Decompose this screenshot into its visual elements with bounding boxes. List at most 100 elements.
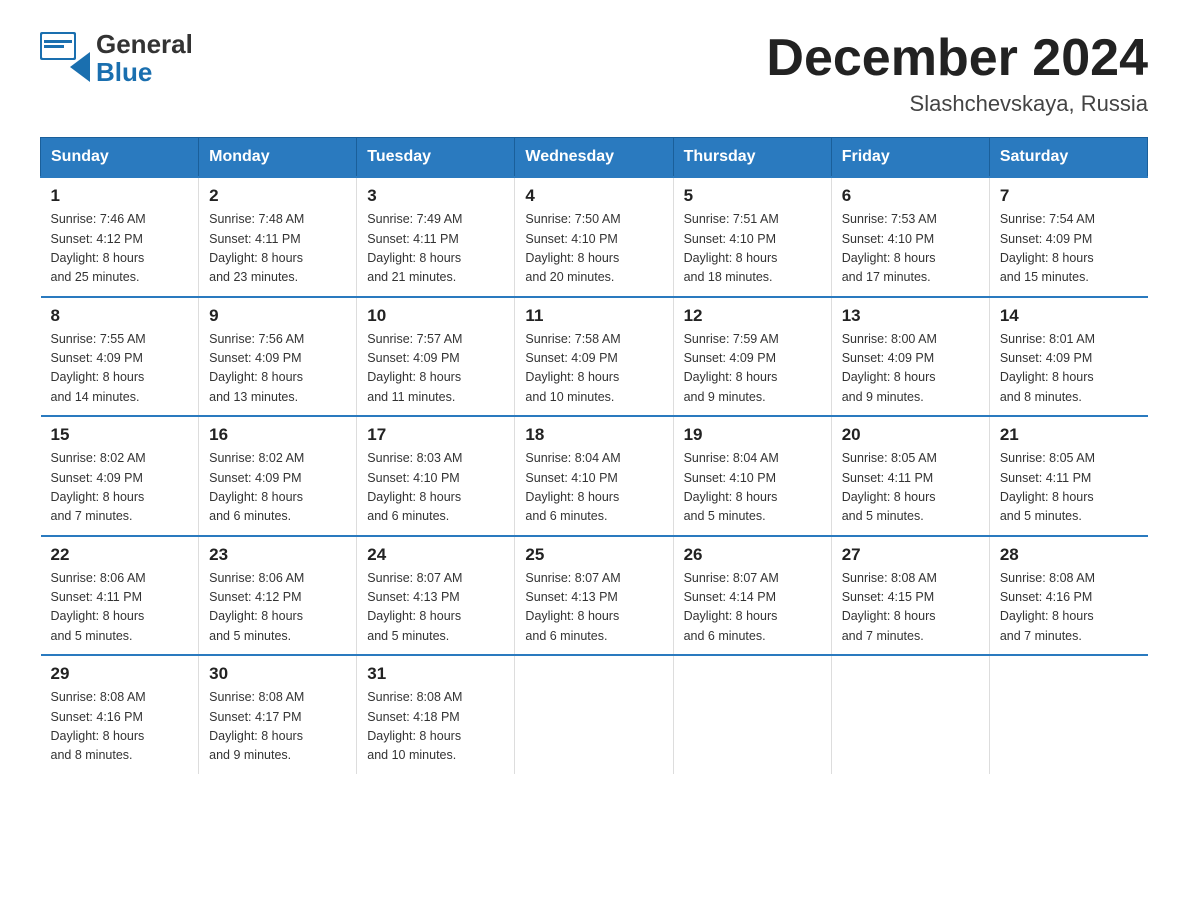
day-number: 23 — [209, 545, 346, 565]
table-row: 12 Sunrise: 7:59 AMSunset: 4:09 PMDaylig… — [673, 297, 831, 417]
day-info: Sunrise: 7:46 AMSunset: 4:12 PMDaylight:… — [51, 212, 146, 284]
col-thursday: Thursday — [673, 138, 831, 178]
day-number: 22 — [51, 545, 189, 565]
day-info: Sunrise: 7:51 AMSunset: 4:10 PMDaylight:… — [684, 212, 779, 284]
day-info: Sunrise: 8:07 AMSunset: 4:13 PMDaylight:… — [367, 571, 462, 643]
logo-general-text: General — [96, 30, 193, 59]
day-number: 1 — [51, 186, 189, 206]
table-row — [515, 655, 673, 774]
logo-blue-text: Blue — [96, 59, 193, 85]
day-number: 10 — [367, 306, 504, 326]
day-info: Sunrise: 7:50 AMSunset: 4:10 PMDaylight:… — [525, 212, 620, 284]
calendar-week-row: 29 Sunrise: 8:08 AMSunset: 4:16 PMDaylig… — [41, 655, 1148, 774]
table-row: 6 Sunrise: 7:53 AMSunset: 4:10 PMDayligh… — [831, 177, 989, 297]
day-info: Sunrise: 8:05 AMSunset: 4:11 PMDaylight:… — [1000, 451, 1095, 523]
table-row: 9 Sunrise: 7:56 AMSunset: 4:09 PMDayligh… — [199, 297, 357, 417]
logo-icon — [40, 32, 90, 82]
day-info: Sunrise: 8:08 AMSunset: 4:16 PMDaylight:… — [1000, 571, 1095, 643]
day-info: Sunrise: 8:07 AMSunset: 4:14 PMDaylight:… — [684, 571, 779, 643]
day-number: 21 — [1000, 425, 1138, 445]
table-row: 10 Sunrise: 7:57 AMSunset: 4:09 PMDaylig… — [357, 297, 515, 417]
table-row: 5 Sunrise: 7:51 AMSunset: 4:10 PMDayligh… — [673, 177, 831, 297]
day-info: Sunrise: 8:01 AMSunset: 4:09 PMDaylight:… — [1000, 332, 1095, 404]
col-monday: Monday — [199, 138, 357, 178]
day-info: Sunrise: 7:55 AMSunset: 4:09 PMDaylight:… — [51, 332, 146, 404]
table-row: 17 Sunrise: 8:03 AMSunset: 4:10 PMDaylig… — [357, 416, 515, 536]
day-info: Sunrise: 8:02 AMSunset: 4:09 PMDaylight:… — [209, 451, 304, 523]
col-friday: Friday — [831, 138, 989, 178]
day-number: 16 — [209, 425, 346, 445]
day-number: 25 — [525, 545, 662, 565]
table-row — [989, 655, 1147, 774]
table-row: 3 Sunrise: 7:49 AMSunset: 4:11 PMDayligh… — [357, 177, 515, 297]
day-number: 26 — [684, 545, 821, 565]
day-number: 3 — [367, 186, 504, 206]
day-info: Sunrise: 7:58 AMSunset: 4:09 PMDaylight:… — [525, 332, 620, 404]
logo: General Blue — [40, 30, 193, 85]
day-info: Sunrise: 8:03 AMSunset: 4:10 PMDaylight:… — [367, 451, 462, 523]
day-number: 13 — [842, 306, 979, 326]
table-row: 24 Sunrise: 8:07 AMSunset: 4:13 PMDaylig… — [357, 536, 515, 656]
day-number: 6 — [842, 186, 979, 206]
table-row: 20 Sunrise: 8:05 AMSunset: 4:11 PMDaylig… — [831, 416, 989, 536]
col-wednesday: Wednesday — [515, 138, 673, 178]
table-row: 29 Sunrise: 8:08 AMSunset: 4:16 PMDaylig… — [41, 655, 199, 774]
month-year-title: December 2024 — [766, 30, 1148, 87]
table-row: 8 Sunrise: 7:55 AMSunset: 4:09 PMDayligh… — [41, 297, 199, 417]
calendar-header-row: Sunday Monday Tuesday Wednesday Thursday… — [41, 138, 1148, 178]
calendar-week-row: 15 Sunrise: 8:02 AMSunset: 4:09 PMDaylig… — [41, 416, 1148, 536]
day-info: Sunrise: 7:49 AMSunset: 4:11 PMDaylight:… — [367, 212, 462, 284]
day-number: 29 — [51, 664, 189, 684]
table-row: 7 Sunrise: 7:54 AMSunset: 4:09 PMDayligh… — [989, 177, 1147, 297]
day-number: 17 — [367, 425, 504, 445]
table-row: 1 Sunrise: 7:46 AMSunset: 4:12 PMDayligh… — [41, 177, 199, 297]
day-number: 2 — [209, 186, 346, 206]
day-info: Sunrise: 7:48 AMSunset: 4:11 PMDaylight:… — [209, 212, 304, 284]
day-number: 7 — [1000, 186, 1138, 206]
col-saturday: Saturday — [989, 138, 1147, 178]
day-info: Sunrise: 8:04 AMSunset: 4:10 PMDaylight:… — [525, 451, 620, 523]
calendar-table: Sunday Monday Tuesday Wednesday Thursday… — [40, 137, 1148, 774]
table-row: 13 Sunrise: 8:00 AMSunset: 4:09 PMDaylig… — [831, 297, 989, 417]
table-row: 21 Sunrise: 8:05 AMSunset: 4:11 PMDaylig… — [989, 416, 1147, 536]
table-row: 16 Sunrise: 8:02 AMSunset: 4:09 PMDaylig… — [199, 416, 357, 536]
day-number: 15 — [51, 425, 189, 445]
day-info: Sunrise: 8:08 AMSunset: 4:16 PMDaylight:… — [51, 690, 146, 762]
table-row: 18 Sunrise: 8:04 AMSunset: 4:10 PMDaylig… — [515, 416, 673, 536]
location-subtitle: Slashchevskaya, Russia — [766, 91, 1148, 117]
table-row — [831, 655, 989, 774]
day-info: Sunrise: 7:56 AMSunset: 4:09 PMDaylight:… — [209, 332, 304, 404]
col-tuesday: Tuesday — [357, 138, 515, 178]
day-info: Sunrise: 7:54 AMSunset: 4:09 PMDaylight:… — [1000, 212, 1095, 284]
calendar-week-row: 22 Sunrise: 8:06 AMSunset: 4:11 PMDaylig… — [41, 536, 1148, 656]
day-number: 12 — [684, 306, 821, 326]
day-info: Sunrise: 8:06 AMSunset: 4:12 PMDaylight:… — [209, 571, 304, 643]
day-info: Sunrise: 8:06 AMSunset: 4:11 PMDaylight:… — [51, 571, 146, 643]
day-info: Sunrise: 7:53 AMSunset: 4:10 PMDaylight:… — [842, 212, 937, 284]
day-number: 24 — [367, 545, 504, 565]
calendar-week-row: 1 Sunrise: 7:46 AMSunset: 4:12 PMDayligh… — [41, 177, 1148, 297]
table-row: 22 Sunrise: 8:06 AMSunset: 4:11 PMDaylig… — [41, 536, 199, 656]
calendar-week-row: 8 Sunrise: 7:55 AMSunset: 4:09 PMDayligh… — [41, 297, 1148, 417]
day-info: Sunrise: 8:02 AMSunset: 4:09 PMDaylight:… — [51, 451, 146, 523]
day-number: 5 — [684, 186, 821, 206]
table-row: 4 Sunrise: 7:50 AMSunset: 4:10 PMDayligh… — [515, 177, 673, 297]
day-info: Sunrise: 8:07 AMSunset: 4:13 PMDaylight:… — [525, 571, 620, 643]
day-number: 8 — [51, 306, 189, 326]
table-row: 19 Sunrise: 8:04 AMSunset: 4:10 PMDaylig… — [673, 416, 831, 536]
col-sunday: Sunday — [41, 138, 199, 178]
day-number: 28 — [1000, 545, 1138, 565]
table-row: 27 Sunrise: 8:08 AMSunset: 4:15 PMDaylig… — [831, 536, 989, 656]
day-number: 14 — [1000, 306, 1138, 326]
table-row: 23 Sunrise: 8:06 AMSunset: 4:12 PMDaylig… — [199, 536, 357, 656]
day-number: 11 — [525, 306, 662, 326]
day-info: Sunrise: 8:05 AMSunset: 4:11 PMDaylight:… — [842, 451, 937, 523]
table-row: 30 Sunrise: 8:08 AMSunset: 4:17 PMDaylig… — [199, 655, 357, 774]
table-row: 14 Sunrise: 8:01 AMSunset: 4:09 PMDaylig… — [989, 297, 1147, 417]
day-number: 4 — [525, 186, 662, 206]
table-row: 15 Sunrise: 8:02 AMSunset: 4:09 PMDaylig… — [41, 416, 199, 536]
day-number: 27 — [842, 545, 979, 565]
day-number: 30 — [209, 664, 346, 684]
day-number: 9 — [209, 306, 346, 326]
day-number: 20 — [842, 425, 979, 445]
